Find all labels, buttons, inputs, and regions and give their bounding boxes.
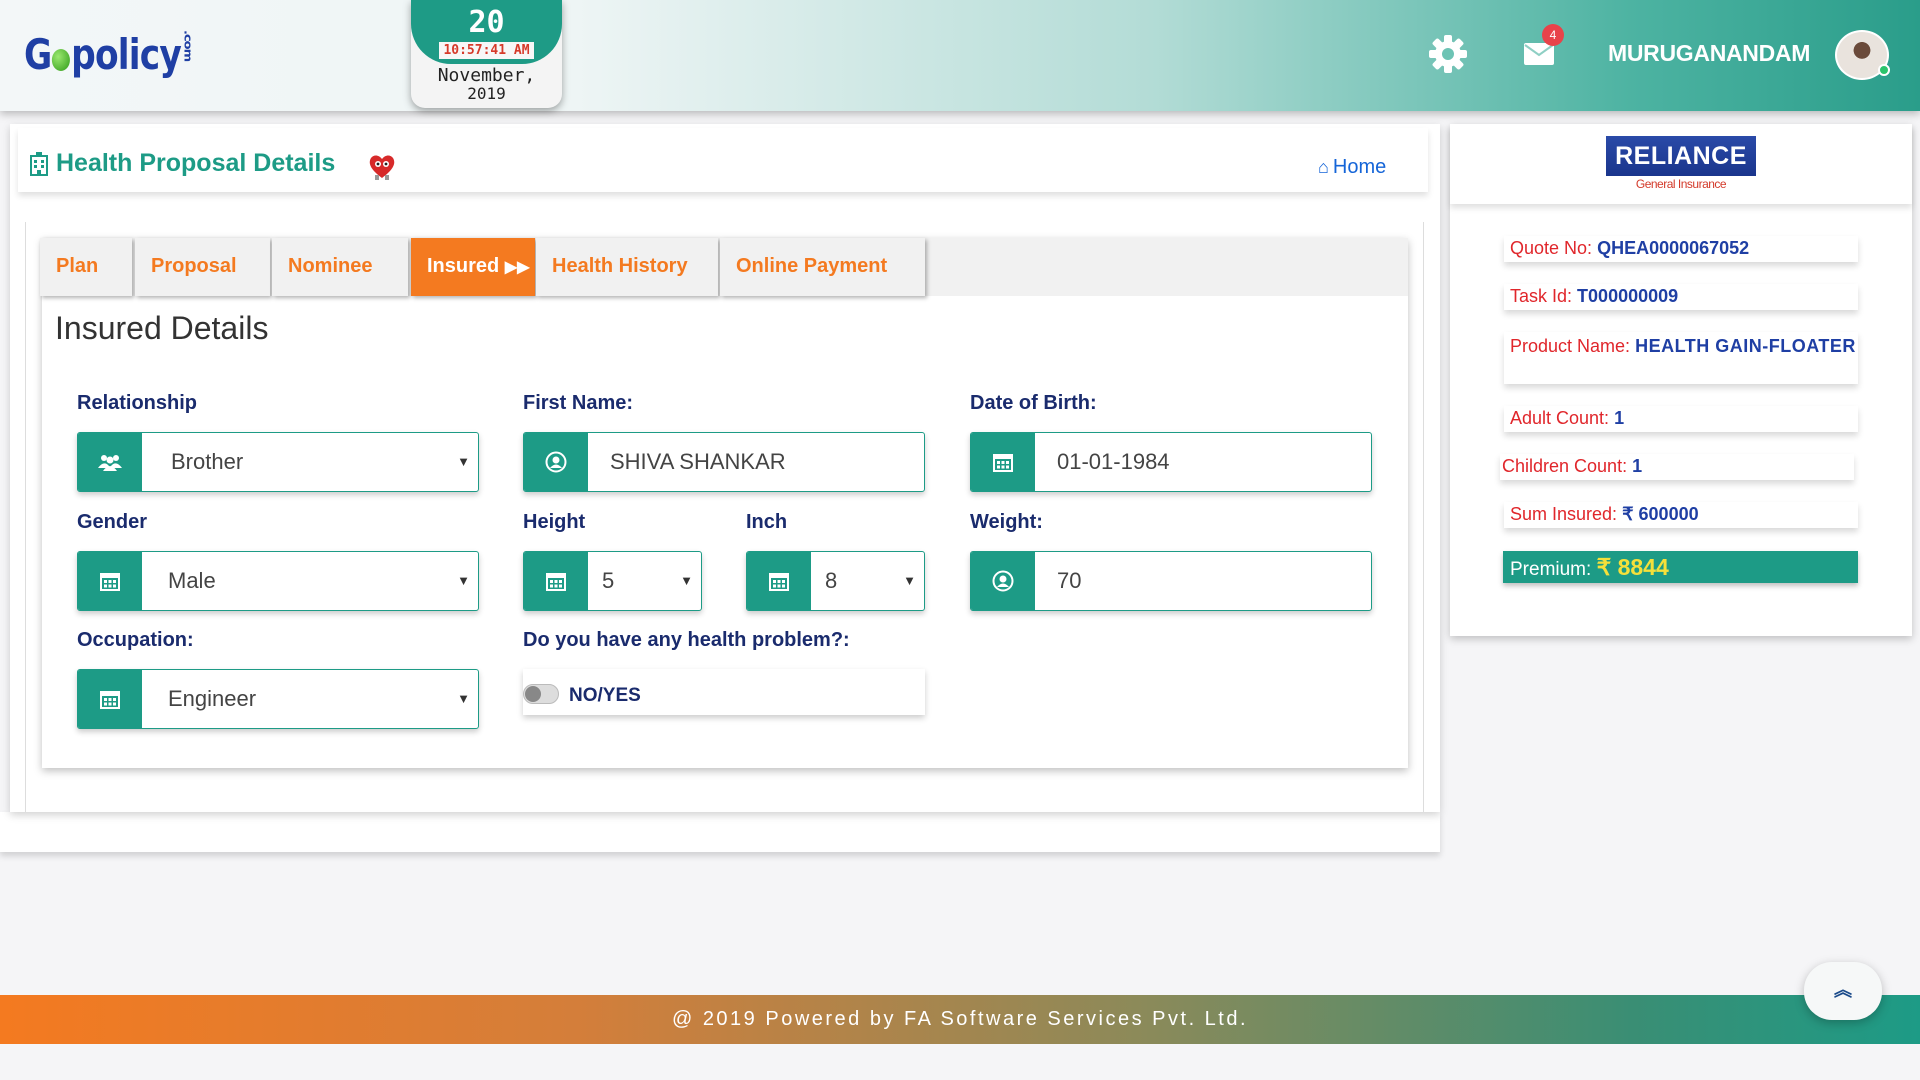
dropdown-arrow-icon: ▼ — [457, 573, 470, 588]
adult-count-row: Adult Count: 1 — [1504, 406, 1858, 432]
gender-label: Gender — [77, 511, 148, 533]
inch-select[interactable]: 8 ▼ — [746, 551, 925, 611]
first-name-value: SHIVA SHANKAR — [610, 449, 786, 474]
section-title: Insured Details — [55, 310, 269, 346]
gopolicy-logo[interactable]: Gpolicy.com — [24, 30, 193, 79]
heart-mascot-icon — [369, 155, 395, 180]
relationship-label: Relationship — [77, 392, 198, 414]
sum-insured-row: Sum Insured: ₹ 600000 — [1504, 502, 1858, 528]
settings-gear-icon[interactable] — [1426, 32, 1470, 76]
main-panel-shadow — [0, 812, 1440, 852]
tab-online-payment[interactable]: Online Payment — [720, 238, 925, 296]
children-count-value: 1 — [1632, 456, 1643, 476]
chevron-up-icon: ︽ — [1834, 980, 1852, 1000]
product-name-value: HEALTH GAIN-FLOATER — [1635, 336, 1856, 356]
gender-select[interactable]: Male ▼ — [77, 551, 479, 611]
toggle-knob — [525, 686, 541, 702]
hospital-icon — [30, 152, 48, 176]
tab-insured-label: Insured — [427, 255, 500, 277]
dropdown-arrow-icon: ▼ — [457, 691, 470, 706]
tab-insured[interactable]: Insured ▶▶ — [411, 238, 535, 296]
footer: @ 2019 Powered by FA Software Services P… — [0, 995, 1920, 1044]
home-icon: ⌂ — [1318, 157, 1329, 177]
date-clock-widget: 20 10:57:41 AM November, 2019 — [411, 0, 562, 108]
occupation-select[interactable]: Engineer ▼ — [77, 669, 479, 729]
premium-row: Premium: ₹ 8844 — [1503, 551, 1858, 583]
calendar-icon — [524, 552, 588, 610]
users-icon — [78, 433, 142, 491]
username[interactable]: MURUGANANDAM — [1608, 40, 1810, 67]
dropdown-arrow-icon: ▼ — [680, 573, 693, 588]
health-problem-toggle-label: NO/YES — [569, 685, 641, 706]
health-problem-label: Do you have any health problem?: — [523, 629, 850, 651]
insurer-sub: General Insurance — [1635, 177, 1727, 191]
occupation-value: Engineer — [168, 686, 257, 711]
calendar-icon — [78, 552, 142, 610]
double-chevron-right-icon: ▶▶ — [504, 259, 530, 276]
children-count-row: Children Count: 1 — [1500, 454, 1854, 480]
relationship-value: Brother — [171, 449, 244, 474]
task-id-value: T000000009 — [1577, 286, 1679, 306]
user-circle-icon — [524, 433, 588, 491]
clock-year: 2019 — [467, 84, 506, 103]
health-problem-toggle[interactable] — [523, 684, 559, 704]
adult-count-value: 1 — [1614, 408, 1625, 428]
home-link[interactable]: ⌂ Home — [1318, 156, 1386, 179]
weight-label: Weight: — [970, 511, 1043, 533]
weight-field[interactable]: 70 — [970, 551, 1372, 611]
tab-proposal[interactable]: Proposal — [135, 238, 270, 296]
online-status-dot — [1878, 64, 1890, 76]
calendar-icon — [78, 670, 142, 728]
clock-month: November, — [437, 65, 536, 86]
home-link-label: Home — [1332, 156, 1387, 178]
relationship-select[interactable]: Brother ▼ — [77, 432, 479, 492]
inch-label: Inch — [746, 511, 788, 533]
dropdown-arrow-icon: ▼ — [457, 454, 470, 469]
tab-health-history[interactable]: Health History — [536, 238, 718, 296]
reliance-logo: RELIANCE General Insurance — [1606, 136, 1756, 194]
height-label: Height — [523, 511, 586, 533]
quote-no-row: Quote No: QHEA0000067052 — [1504, 236, 1858, 262]
dob-value: 01-01-1984 — [1057, 449, 1170, 474]
tab-nominee[interactable]: Nominee — [272, 238, 408, 296]
height-select[interactable]: 5 ▼ — [523, 551, 702, 611]
height-value: 5 — [602, 568, 615, 593]
insurer-name: RELIANCE — [1606, 136, 1756, 176]
task-id-row: Task Id: T000000009 — [1504, 284, 1858, 310]
inch-value: 8 — [825, 568, 838, 593]
gender-value: Male — [168, 568, 216, 593]
sum-insured-value: ₹ 600000 — [1622, 504, 1699, 524]
premium-value: ₹ 8844 — [1596, 554, 1669, 580]
clock-day: 20 — [468, 5, 505, 40]
calendar-icon — [971, 433, 1035, 491]
dob-label: Date of Birth: — [970, 392, 1097, 414]
calendar-icon — [747, 552, 811, 610]
dropdown-arrow-icon: ▼ — [903, 573, 916, 588]
first-name-field[interactable]: SHIVA SHANKAR — [523, 432, 925, 492]
mail-icon[interactable] — [1524, 43, 1554, 65]
first-name-label: First Name: — [523, 392, 634, 414]
logo-suffix: .com — [181, 30, 194, 62]
weight-value: 70 — [1057, 568, 1082, 593]
tab-plan[interactable]: Plan — [40, 238, 132, 296]
dob-field[interactable]: 01-01-1984 — [970, 432, 1372, 492]
scroll-to-top-button[interactable]: ︽ — [1804, 962, 1882, 1020]
clock-time: 10:57:41 AM — [439, 42, 534, 59]
occupation-label: Occupation: — [77, 629, 194, 651]
product-name-row: Product Name: HEALTH GAIN-FLOATER — [1504, 332, 1858, 384]
quote-no-value: QHEA0000067052 — [1597, 238, 1750, 258]
page-title: Health Proposal Details — [56, 149, 336, 177]
user-circle-icon — [971, 552, 1035, 610]
notification-badge: 4 — [1542, 24, 1564, 46]
